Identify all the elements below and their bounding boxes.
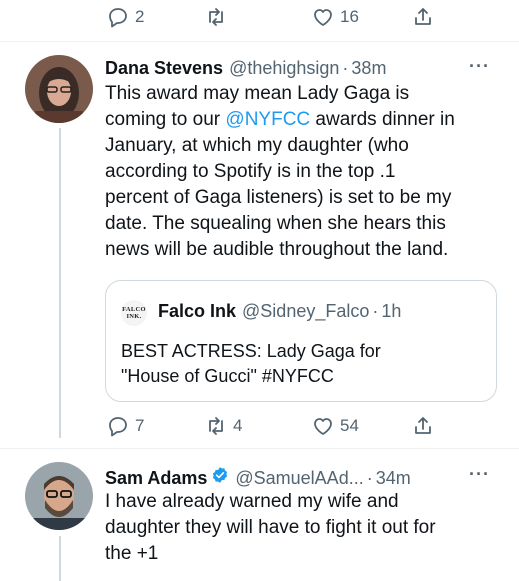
reply-count: 7 (135, 416, 145, 435)
verified-badge-icon (213, 467, 228, 483)
divider (0, 41, 519, 42)
separator: · (342, 58, 349, 78)
separator: · (372, 301, 379, 321)
retweet-icon (209, 417, 223, 435)
reply-icon (109, 8, 127, 28)
thread-line (59, 128, 61, 438)
tweet-header: Sam Adams @SamuelAAd... · 34m (105, 466, 411, 489)
share-button[interactable] (411, 411, 435, 441)
quote-avatar[interactable]: FALCO INK. (121, 300, 147, 326)
heart-icon (314, 418, 332, 435)
quoted-tweet-card[interactable]: FALCO INK. Falco Ink @Sidney_Falco · 1h … (105, 280, 497, 402)
retweet-button[interactable] (204, 2, 233, 32)
reply-count: 2 (135, 7, 145, 26)
tweet-text: This award may mean Lady Gaga is coming … (105, 81, 510, 263)
avatar[interactable] (25, 55, 93, 123)
tweet-text-part: awards dinner in January, at which my da… (105, 109, 455, 260)
like-count: 16 (340, 7, 359, 26)
mention-link[interactable]: @NYFCC (225, 109, 310, 130)
user-handle[interactable]: @thehighsign (229, 58, 339, 79)
reply-icon (109, 417, 127, 437)
share-icon (415, 8, 431, 25)
quote-header: Falco Ink @Sidney_Falco · 1h (158, 301, 401, 322)
separator: · (366, 468, 373, 488)
avatar-dana-stevens-image (25, 55, 93, 123)
retweet-icon (209, 8, 223, 26)
share-button[interactable] (411, 2, 435, 32)
avatar-sam-adams-image (25, 462, 93, 530)
display-name[interactable]: Sam Adams (105, 468, 207, 489)
retweet-button[interactable]: 4 (204, 411, 242, 441)
thread-line (59, 536, 61, 581)
timestamp[interactable]: 34m (376, 468, 411, 489)
quote-timestamp: 1h (381, 301, 402, 321)
user-handle[interactable]: @SamuelAAd... (235, 468, 363, 489)
quote-display-name: Falco Ink (158, 301, 237, 321)
like-button[interactable]: 54 (311, 411, 359, 441)
divider (0, 448, 519, 449)
display-name[interactable]: Dana Stevens (105, 58, 223, 79)
like-button[interactable]: 16 (311, 2, 359, 32)
heart-icon (314, 9, 332, 26)
quote-user-handle: @Sidney_Falco (242, 301, 370, 321)
timestamp[interactable]: 38m (351, 58, 386, 79)
more-options-icon[interactable]: ··· (469, 56, 490, 77)
quote-text: BEST ACTRESS: Lady Gaga for "House of Gu… (121, 341, 381, 386)
like-count: 54 (340, 416, 359, 435)
share-icon (415, 417, 431, 434)
reply-button[interactable]: 2 (106, 2, 144, 32)
retweet-count: 4 (233, 416, 243, 435)
tweet-header: Dana Stevens @thehighsign · 38m (105, 58, 386, 79)
tweet-text: I have already warned my wife and daught… (105, 491, 436, 564)
more-options-icon[interactable]: ··· (469, 464, 490, 485)
reply-button[interactable]: 7 (106, 411, 144, 441)
avatar[interactable] (25, 462, 93, 530)
